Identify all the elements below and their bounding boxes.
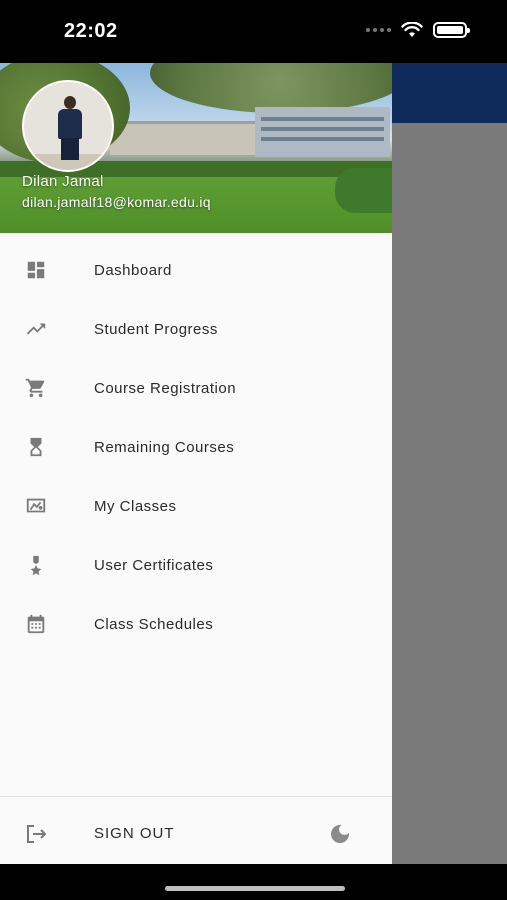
menu-item-label: Remaining Courses [94, 439, 235, 456]
user-name: Dilan Jamal [22, 173, 104, 190]
drawer-menu: Dashboard Student Progress Course Regist… [0, 241, 392, 654]
moon-icon[interactable] [326, 822, 354, 846]
header-building [255, 107, 390, 157]
calendar-icon [22, 612, 50, 636]
home-indicator[interactable] [165, 886, 345, 891]
navigation-drawer: Dilan Jamal dilan.jamalf18@komar.edu.iq … [0, 63, 392, 864]
header-bush [335, 168, 392, 213]
status-time: 22:02 [64, 20, 118, 42]
wifi-icon [401, 22, 423, 37]
menu-item-course-registration[interactable]: Course Registration [0, 359, 392, 418]
battery-icon [433, 22, 470, 38]
status-icons [366, 22, 470, 38]
menu-item-user-certificates[interactable]: User Certificates [0, 536, 392, 595]
status-bar: 22:02 [0, 0, 507, 63]
certificate-icon [22, 553, 50, 577]
dashboard-icon [22, 258, 50, 282]
drawer-header: Dilan Jamal dilan.jamalf18@komar.edu.iq [0, 63, 392, 233]
header-tree [150, 63, 392, 113]
signal-dots-icon [366, 28, 391, 32]
menu-item-label: Course Registration [94, 380, 237, 397]
avatar[interactable] [22, 80, 114, 172]
menu-item-my-classes[interactable]: My Classes [0, 477, 392, 536]
menu-item-label: User Certificates [94, 557, 214, 574]
shopping-cart-icon [22, 376, 50, 400]
menu-item-label: My Classes [94, 498, 177, 515]
logout-icon [22, 822, 50, 846]
trending-up-icon [22, 317, 50, 341]
menu-item-dashboard[interactable]: Dashboard [0, 241, 392, 300]
menu-item-label: Student Progress [94, 321, 218, 338]
menu-item-class-schedules[interactable]: Class Schedules [0, 595, 392, 654]
home-bar [0, 864, 507, 900]
sign-out-button[interactable]: SIGN OUT [0, 806, 392, 862]
sign-out-label: SIGN OUT [94, 825, 175, 842]
footer-divider [0, 796, 392, 797]
app-bar [392, 63, 507, 123]
menu-item-student-progress[interactable]: Student Progress [0, 300, 392, 359]
menu-item-label: Dashboard [94, 262, 172, 279]
hourglass-icon [22, 435, 50, 459]
user-email: dilan.jamalf18@komar.edu.iq [22, 194, 211, 210]
menu-item-remaining-courses[interactable]: Remaining Courses [0, 418, 392, 477]
menu-item-label: Class Schedules [94, 616, 214, 633]
classroom-icon [22, 494, 50, 518]
drawer-scrim[interactable] [392, 63, 507, 864]
